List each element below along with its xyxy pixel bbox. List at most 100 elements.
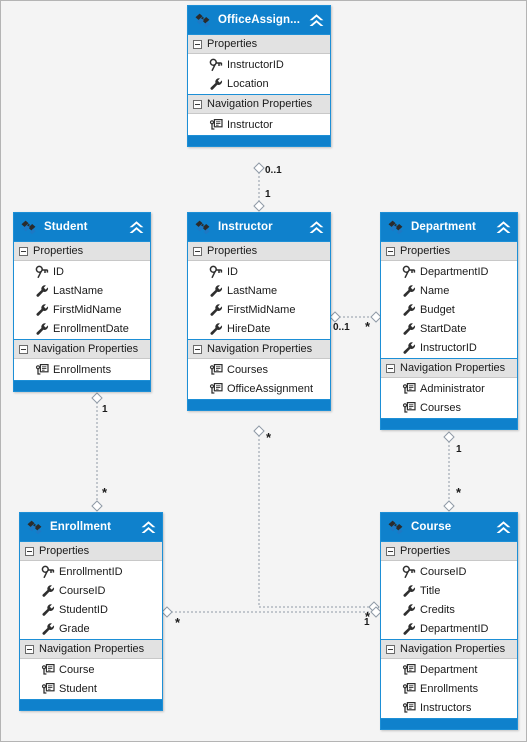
double-chevron-up-icon[interactable] [308,220,325,235]
navigation-property-row[interactable]: Courses [188,360,330,379]
entity-header-instructor[interactable]: Instructor [188,213,330,241]
section-properties-enrollment[interactable]: Properties [20,541,162,561]
property-row[interactable]: HireDate [188,319,330,338]
navigation-property-row[interactable]: Courses [381,398,517,417]
property-row[interactable]: FirstMidName [188,300,330,319]
minus-box-icon[interactable] [25,644,34,654]
double-chevron-up-icon[interactable] [140,520,157,535]
property-row[interactable]: DepartmentID [381,619,517,638]
property-row[interactable]: StartDate [381,319,517,338]
entity-title-department: Department [411,221,476,233]
property-row[interactable]: Title [381,581,517,600]
navigation-property-row[interactable]: Administrator [381,379,517,398]
navigation-property-icon [402,701,416,713]
entity-header-student[interactable]: Student [14,213,150,241]
navigation-property-row[interactable]: Student [20,679,162,698]
section-properties-instructor[interactable]: Properties [188,241,330,261]
property-row[interactable]: Grade [20,619,162,638]
section-navigation-properties-office-assignment[interactable]: Navigation Properties [188,94,330,114]
property-row[interactable]: InstructorID [188,55,330,74]
property-row[interactable]: FirstMidName [14,300,150,319]
section-navigation-properties-student[interactable]: Navigation Properties [14,339,150,359]
property-row[interactable]: CourseID [20,581,162,600]
property-name: HireDate [227,322,271,335]
double-chevron-up-icon[interactable] [128,220,145,235]
property-row[interactable]: LastName [188,281,330,300]
property-row[interactable]: LastName [14,281,150,300]
properties-list-office-assignment: InstructorID Location [188,54,330,94]
entity-header-course[interactable]: Course [381,513,517,541]
association-line[interactable] [258,431,374,608]
double-chevron-up-icon[interactable] [495,520,512,535]
wrench-icon [403,303,416,316]
property-row[interactable]: EnrollmentDate [14,319,150,338]
double-chevron-up-icon[interactable] [495,220,512,235]
association-enrollment-course[interactable] [161,606,382,618]
section-properties-student[interactable]: Properties [14,241,150,261]
entity-header-office-assignment[interactable]: OfficeAssign... [188,6,330,34]
multiplicity-label: 0..1 [265,165,282,176]
navigation-property-name: Student [59,682,97,695]
navigation-property-row[interactable]: Instructor [188,115,330,134]
entity-office-assignment[interactable]: OfficeAssign... Properties InstructorID Loc… [187,5,331,147]
section-properties-department[interactable]: Properties [381,241,517,261]
association-student-enrollment[interactable] [91,392,103,512]
entity-footer-instructor [188,399,330,410]
minus-box-icon[interactable] [193,344,202,354]
minus-box-icon[interactable] [386,644,395,654]
entity-enrollment[interactable]: Enrollment Properties EnrollmentID CourseID… [19,512,163,711]
property-name: Credits [420,603,455,616]
navigation-property-name: Enrollments [53,363,112,376]
navigation-property-row[interactable]: Enrollments [14,360,150,379]
section-navigation-properties-course[interactable]: Navigation Properties [381,639,517,659]
navigation-property-row[interactable]: Department [381,660,517,679]
minus-box-icon[interactable] [386,546,395,556]
property-row[interactable]: ID [14,262,150,281]
entity-student[interactable]: Student Properties ID LastName FirstMidName E… [13,212,151,392]
property-row[interactable]: StudentID [20,600,162,619]
minus-box-icon[interactable] [19,344,28,354]
property-row[interactable]: Budget [381,300,517,319]
entity-header-department[interactable]: Department [381,213,517,241]
property-row[interactable]: EnrollmentID [20,562,162,581]
edmx-diagram-canvas[interactable]: OfficeAssign... Properties InstructorID Loc… [0,0,527,742]
entity-department[interactable]: Department Properties DepartmentID Name Budg… [380,212,518,430]
navigation-property-row[interactable]: Course [20,660,162,679]
property-row[interactable]: Name [381,281,517,300]
property-row[interactable]: Credits [381,600,517,619]
section-navigation-properties-department[interactable]: Navigation Properties [381,358,517,378]
minus-box-icon[interactable] [386,363,395,373]
navigation-property-row[interactable]: Enrollments [381,679,517,698]
entity-icon [27,520,42,534]
minus-box-icon[interactable] [193,246,202,256]
minus-box-icon[interactable] [386,246,395,256]
association-endpoint-diamond [253,162,265,174]
section-navigation-properties-enrollment[interactable]: Navigation Properties [20,639,162,659]
property-name: DepartmentID [420,265,489,278]
section-navigation-properties-instructor[interactable]: Navigation Properties [188,339,330,359]
property-row[interactable]: InstructorID [381,338,517,357]
property-row[interactable]: CourseID [381,562,517,581]
entity-course[interactable]: Course Properties CourseID Title Credits Depa… [380,512,518,730]
double-chevron-up-icon[interactable] [308,13,325,28]
association-department-course[interactable] [443,431,455,512]
association-instructor-department[interactable] [329,311,382,323]
entity-header-enrollment[interactable]: Enrollment [20,513,162,541]
entity-title-office-assignment: OfficeAssign... [218,14,301,26]
property-row[interactable]: DepartmentID [381,262,517,281]
minus-box-icon[interactable] [19,246,28,256]
entity-instructor[interactable]: Instructor Properties ID LastName FirstMidNa… [187,212,331,411]
navigation-property-row[interactable]: Instructors [381,698,517,717]
association-officeassignment-instructor[interactable] [253,162,265,212]
minus-box-icon[interactable] [193,39,202,49]
property-row[interactable]: Location [188,74,330,93]
association-instructor-course[interactable] [253,425,380,613]
minus-box-icon[interactable] [193,99,202,109]
section-properties-office-assignment[interactable]: Properties [188,34,330,54]
section-properties-course[interactable]: Properties [381,541,517,561]
property-name: ID [227,265,238,278]
property-row[interactable]: ID [188,262,330,281]
navigation-property-row[interactable]: OfficeAssignment [188,379,330,398]
entity-footer-enrollment [20,699,162,710]
minus-box-icon[interactable] [25,546,34,556]
